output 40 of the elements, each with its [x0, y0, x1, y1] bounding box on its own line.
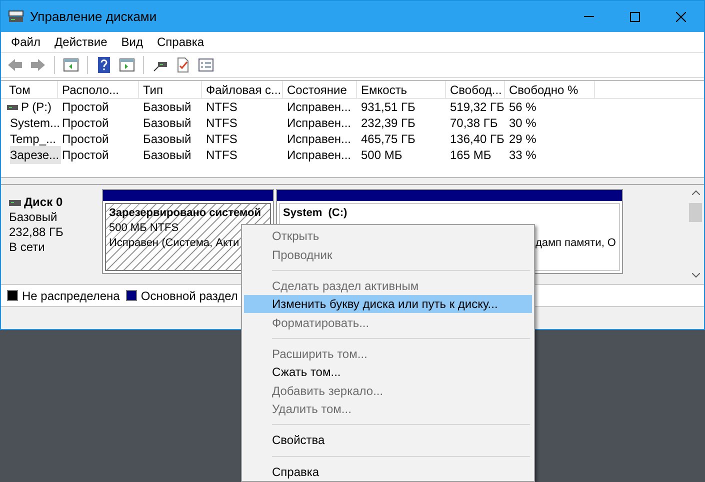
disk-size: 232,88 ГБ: [9, 225, 64, 240]
table-cell-text: 56 %: [509, 99, 536, 116]
window-title: Управление дисками: [30, 8, 157, 26]
table-cell-text: 33 %: [509, 147, 536, 164]
table-cell-text: Простой: [62, 147, 109, 164]
table-cell-text: Базовый: [143, 99, 192, 116]
table-cell-text: Простой: [62, 131, 109, 148]
table-cell-text: 30 %: [509, 115, 536, 132]
table-cell-text: 465,75 ГБ: [361, 131, 416, 148]
table-cell-text: Исправен...: [287, 147, 352, 164]
table-cell-text: Простой: [62, 99, 109, 116]
table-cell-text: 29 %: [509, 131, 536, 148]
partition-title: Зарезервировано системой: [109, 206, 261, 221]
table-cell-text: 519,32 ГБ: [450, 99, 504, 116]
table-cell-text: Базовый: [143, 115, 192, 132]
table-cell-text: Исправен...: [287, 115, 352, 132]
legend-label: Основной раздел: [140, 288, 238, 304]
table-cell-text: NTFS: [206, 115, 238, 132]
disk-status: В сети: [9, 240, 46, 255]
partition-info: 500 МБ NTFS: [109, 221, 179, 236]
table-cell-text: NTFS: [206, 147, 238, 164]
table-cell-text: 136,40 ГБ: [450, 131, 504, 148]
table-cell-text: Исправен...: [287, 131, 352, 148]
table-cell-text: Простой: [62, 115, 109, 132]
legend-label: Не распределена: [22, 288, 120, 304]
table-cell-text: Исправен...: [287, 99, 352, 116]
table-cell-text: 70,38 ГБ: [450, 115, 498, 132]
table-cell-text: 931,51 ГБ: [361, 99, 416, 116]
table-cell-text: NTFS: [206, 131, 238, 148]
table-cell-text: Базовый: [143, 131, 192, 148]
partition-info: Исправен (Система, Акти: [109, 236, 240, 251]
table-cell-text: NTFS: [206, 99, 238, 116]
partition-title: System (C:): [283, 206, 348, 221]
table-cell-text: 232,39 ГБ: [361, 115, 416, 132]
disk-name: Диск 0: [24, 195, 63, 210]
table-cell-text: 500 МБ: [361, 147, 402, 164]
table-cell-text: Базовый: [143, 147, 192, 164]
table-cell-text: 165 МБ: [450, 147, 492, 164]
partition-info: дамп памяти, О: [535, 236, 616, 251]
disk-type: Базовый: [9, 210, 58, 225]
